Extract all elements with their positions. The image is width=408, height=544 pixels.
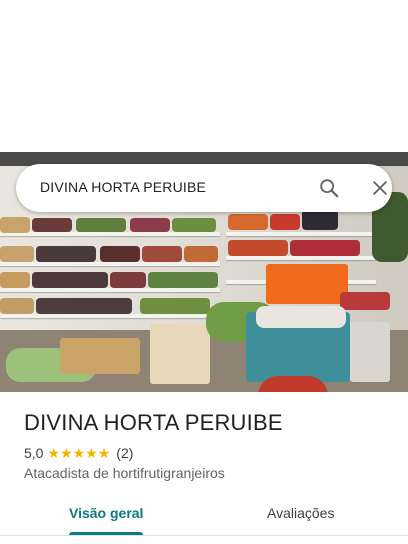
star-icon: ★ — [72, 445, 86, 461]
star-icon: ★ — [85, 445, 98, 461]
map-area — [0, 0, 408, 152]
tabs-divider — [0, 535, 408, 536]
close-icon[interactable] — [370, 178, 390, 198]
rating-row[interactable]: 5,0 ★ ★ ★ ★ ★ (2) — [24, 444, 133, 462]
star-icon: ★ — [97, 445, 111, 461]
search-icon[interactable] — [318, 177, 340, 199]
search-bar[interactable]: DIVINA HORTA PERUIBE — [16, 164, 392, 212]
rating-stars: ★ ★ ★ ★ ★ — [47, 446, 110, 460]
tab-reviews[interactable]: Avaliações — [267, 505, 334, 521]
place-title: DIVINA HORTA PERUIBE — [24, 410, 283, 435]
search-input[interactable]: DIVINA HORTA PERUIBE — [40, 179, 206, 195]
tab-overview[interactable]: Visão geral — [69, 505, 143, 521]
star-icon: ★ — [47, 445, 61, 461]
place-category[interactable]: Atacadista de hortifrutigranjeiros — [24, 465, 225, 481]
star-icon: ★ — [60, 445, 73, 461]
rating-value: 5,0 — [24, 445, 44, 461]
review-count[interactable]: (2) — [116, 445, 133, 461]
